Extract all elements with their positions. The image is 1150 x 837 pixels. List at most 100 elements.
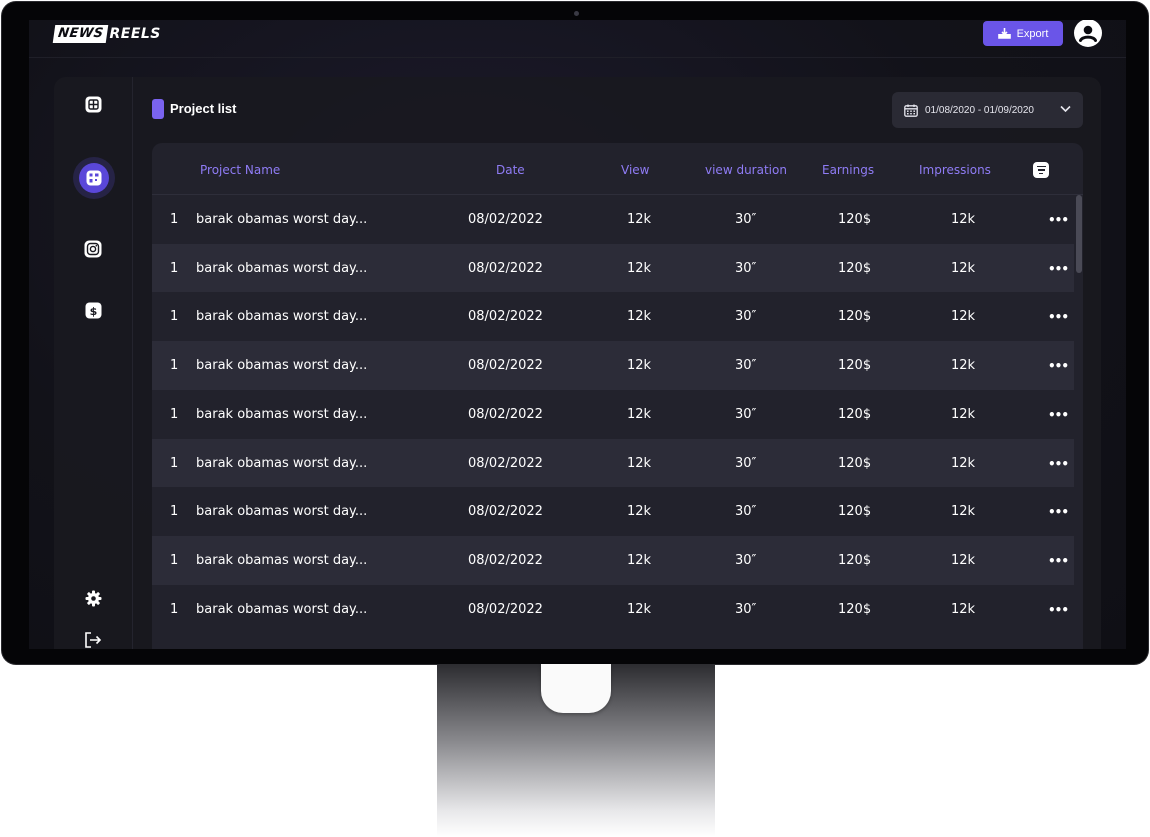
view-duration-cell: 30″	[735, 260, 757, 276]
row-number: 1	[170, 309, 179, 325]
export-label: Export	[1016, 27, 1049, 40]
column-header-impressions[interactable]: Impressions	[919, 163, 991, 177]
table-row[interactable]: 1 barak obamas worst day... 08/02/2022 12k 3…	[152, 585, 1074, 634]
impressions-cell: 12k	[951, 504, 976, 520]
impressions-cell: 12k	[951, 601, 976, 617]
date-range-text: 01/08/2020 - 01/09/2020	[925, 104, 1034, 116]
date-cell: 08/02/2022	[468, 601, 543, 617]
camera-dot	[574, 11, 579, 16]
row-number: 1	[170, 601, 179, 617]
row-number: 1	[170, 406, 179, 422]
dashboard-icon	[86, 170, 102, 186]
view-duration-cell: 30″	[735, 504, 757, 520]
user-icon	[1079, 25, 1097, 42]
filter-icon[interactable]	[1033, 162, 1049, 178]
column-header-view[interactable]: View	[621, 163, 649, 177]
date-cell: 08/02/2022	[468, 504, 543, 520]
gear-icon[interactable]	[84, 589, 102, 607]
earnings-cell: 120$	[838, 455, 872, 471]
view-duration-cell: 30″	[735, 358, 757, 374]
project-name-cell: barak obamas worst day...	[196, 455, 368, 471]
table-row[interactable]: 1 barak obamas worst day... 08/02/2022 12k 3…	[152, 535, 1074, 585]
earnings-cell: 120$	[838, 406, 872, 422]
logout-icon[interactable]	[84, 631, 102, 649]
view-cell: 12k	[627, 212, 652, 227]
more-options-icon[interactable]: •••	[1048, 359, 1069, 373]
date-cell: 08/02/2022	[468, 358, 543, 374]
view-duration-cell: 30″	[735, 406, 757, 422]
instagram-icon[interactable]	[84, 240, 102, 258]
earnings-cell: 120$	[838, 309, 872, 325]
table-row[interactable]: 1 barak obamas worst day... 08/02/2022 12k 3…	[152, 438, 1074, 488]
date-cell: 08/02/2022	[468, 406, 543, 422]
earnings-cell: 120$	[838, 260, 872, 276]
user-avatar[interactable]	[1074, 20, 1102, 47]
view-cell: 12k	[627, 504, 652, 520]
more-options-icon[interactable]: •••	[1048, 603, 1069, 617]
date-cell: 08/02/2022	[468, 552, 543, 568]
table-row[interactable]: 1 barak obamas worst day... 08/02/2022 12k 3…	[152, 243, 1074, 293]
chevron-down-icon	[1060, 105, 1071, 113]
date-cell: 08/02/2022	[468, 212, 543, 227]
row-number: 1	[170, 260, 179, 276]
view-duration-cell: 30″	[735, 455, 757, 471]
view-cell: 12k	[627, 601, 652, 617]
row-number: 1	[170, 212, 179, 227]
dollar-icon[interactable]: $	[84, 301, 102, 319]
view-duration-cell: 30″	[735, 309, 757, 325]
table-row[interactable]: 1 barak obamas worst day... 08/02/2022 12k 3…	[152, 390, 1074, 439]
view-duration-cell: 30″	[735, 552, 757, 568]
title-accent-marker	[152, 99, 164, 119]
table-header: Project Name Date View view duration Ear…	[152, 143, 1083, 195]
table-row[interactable]: 1 barak obamas worst day... 08/02/2022 12k 3…	[152, 487, 1074, 536]
earnings-cell: 120$	[838, 601, 872, 617]
export-button[interactable]: Export	[983, 21, 1063, 46]
column-header-project-name[interactable]: Project Name	[200, 163, 280, 177]
project-name-cell: barak obamas worst day...	[196, 504, 368, 520]
more-options-icon[interactable]: •••	[1048, 310, 1069, 324]
table-row[interactable]: 1 barak obamas worst day... 08/02/2022 12k 3…	[152, 195, 1074, 244]
brand-logo[interactable]: NEWS REELS	[52, 25, 161, 43]
column-header-view-duration[interactable]: view duration	[705, 163, 787, 177]
projects-table: Project Name Date View view duration Ear…	[152, 143, 1083, 649]
date-range-picker[interactable]: 01/08/2020 - 01/09/2020	[892, 92, 1083, 128]
sidebar-item-projects[interactable]	[73, 157, 115, 199]
table-row[interactable]: 1 barak obamas worst day... 08/02/2022 12k 3…	[152, 341, 1074, 390]
date-cell: 08/02/2022	[468, 260, 543, 276]
grid-icon[interactable]	[84, 95, 102, 113]
svg-text:$: $	[89, 304, 97, 317]
top-bar: NEWS REELS Export	[29, 20, 1126, 58]
download-icon	[997, 28, 1011, 39]
impressions-cell: 12k	[951, 455, 976, 471]
row-number: 1	[170, 455, 179, 471]
more-options-icon[interactable]: •••	[1048, 408, 1069, 422]
more-options-icon[interactable]: •••	[1048, 213, 1069, 227]
earnings-cell: 120$	[838, 358, 872, 374]
project-name-cell: barak obamas worst day...	[196, 552, 368, 568]
earnings-cell: 120$	[838, 504, 872, 520]
more-options-icon[interactable]: •••	[1048, 262, 1069, 276]
calendar-icon	[904, 104, 918, 117]
more-options-icon[interactable]: •••	[1048, 457, 1069, 471]
column-header-date[interactable]: Date	[496, 163, 525, 177]
row-number: 1	[170, 552, 179, 568]
more-options-icon[interactable]: •••	[1048, 505, 1069, 519]
sidebar: $	[54, 77, 133, 649]
table-row[interactable]: 1 barak obamas worst day... 08/02/2022 12k 3…	[152, 292, 1074, 341]
view-cell: 12k	[627, 309, 652, 325]
row-number: 1	[170, 358, 179, 374]
more-options-icon[interactable]: •••	[1048, 554, 1069, 568]
row-number: 1	[170, 504, 179, 520]
page-title: Project list	[170, 101, 237, 116]
scrollbar-thumb[interactable]	[1076, 195, 1082, 273]
project-name-cell: barak obamas worst day...	[196, 260, 368, 276]
main-panel: $ Project list 01/08/2020 - 01/09/2020 P…	[54, 77, 1101, 649]
impressions-cell: 12k	[951, 358, 976, 374]
logo-reels-text: REELS	[109, 26, 161, 42]
column-header-earnings[interactable]: Earnings	[822, 163, 874, 177]
project-name-cell: barak obamas worst day...	[196, 309, 368, 325]
view-cell: 12k	[627, 406, 652, 422]
stand-cable-hole	[541, 664, 611, 713]
view-cell: 12k	[627, 260, 652, 276]
impressions-cell: 12k	[951, 552, 976, 568]
